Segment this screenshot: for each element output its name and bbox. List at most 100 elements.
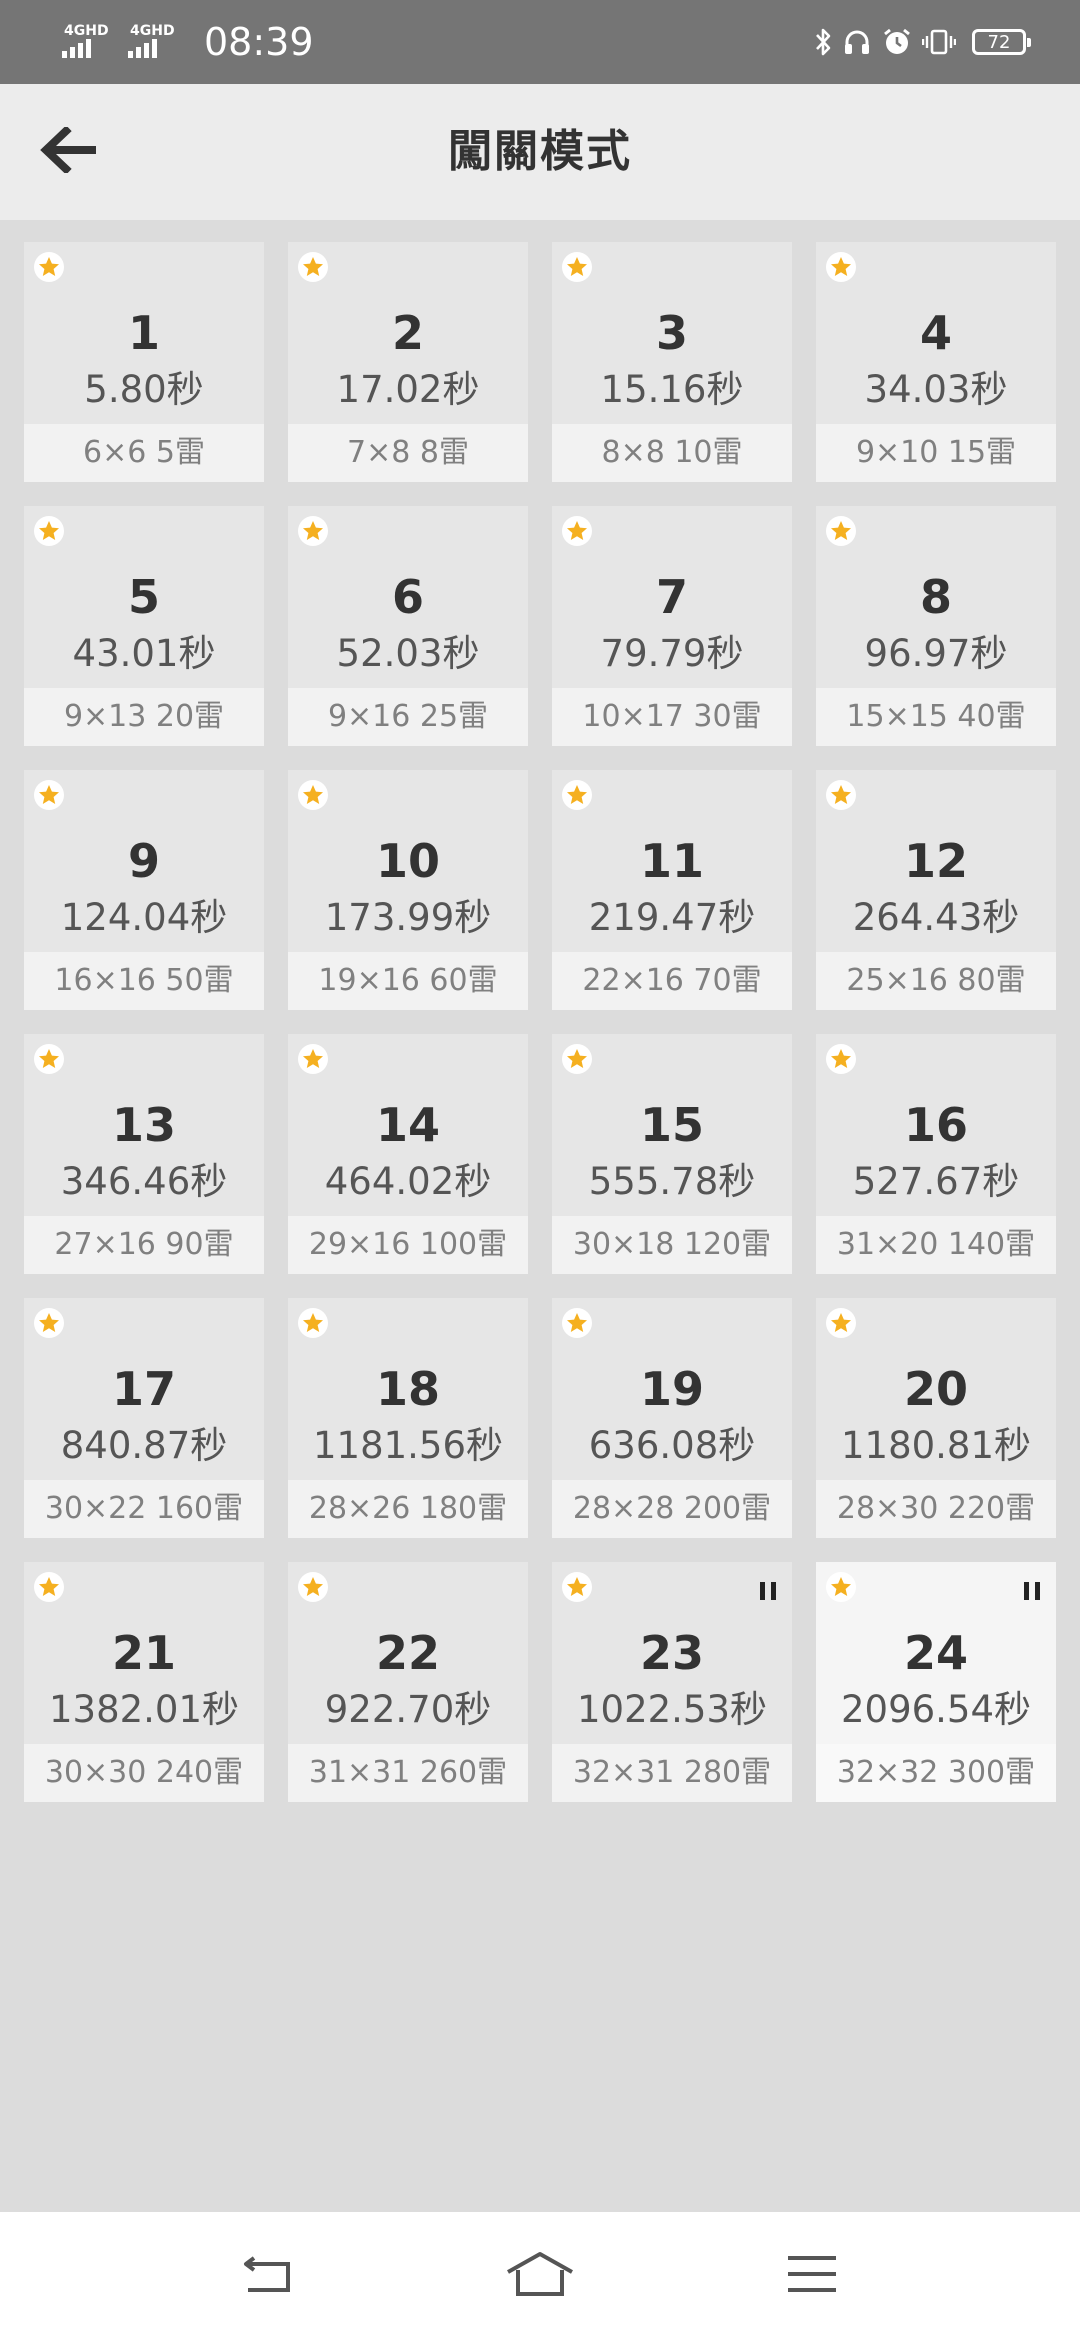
level-card[interactable]: 11 219.47秒 22×16 70雷: [552, 770, 792, 1010]
level-number: 5: [127, 570, 160, 624]
page-title: 闖關模式: [448, 126, 632, 177]
header: 闖關模式: [0, 84, 1080, 220]
star-icon: [826, 252, 856, 282]
level-number: 9: [127, 834, 160, 888]
level-number: 18: [375, 1362, 440, 1416]
board-size: 15×15 40雷: [816, 688, 1056, 746]
level-card[interactable]: 7 79.79秒 10×17 30雷: [552, 506, 792, 746]
pause-icon: [760, 1582, 776, 1600]
board-size: 16×16 50雷: [24, 952, 264, 1010]
star-icon: [298, 1308, 328, 1338]
level-number: 13: [111, 1098, 176, 1152]
level-number: 7: [655, 570, 688, 624]
nav-menu-button[interactable]: [764, 2236, 860, 2316]
level-card[interactable]: 14 464.02秒 29×16 100雷: [288, 1034, 528, 1274]
best-time: 34.03秒: [864, 368, 1008, 411]
level-number: 10: [375, 834, 440, 888]
level-number: 14: [375, 1098, 440, 1152]
star-icon: [34, 1308, 64, 1338]
signal-bars-icon: [62, 39, 94, 58]
level-card[interactable]: 18 1181.56秒 28×26 180雷: [288, 1298, 528, 1538]
pause-icon: [1024, 1582, 1040, 1600]
star-icon: [298, 1044, 328, 1074]
level-card[interactable]: 22 922.70秒 31×31 260雷: [288, 1562, 528, 1802]
level-card[interactable]: 12 264.43秒 25×16 80雷: [816, 770, 1056, 1010]
best-time: 43.01秒: [72, 632, 216, 675]
level-number: 16: [903, 1098, 968, 1152]
best-time: 1382.01秒: [48, 1688, 239, 1731]
navigation-bar: [0, 2212, 1080, 2340]
level-card[interactable]: 5 43.01秒 9×13 20雷: [24, 506, 264, 746]
level-card[interactable]: 1 5.80秒 6×6 5雷: [24, 242, 264, 482]
star-icon: [34, 252, 64, 282]
best-time: 555.78秒: [588, 1160, 756, 1203]
board-size: 19×16 60雷: [288, 952, 528, 1010]
best-time: 346.46秒: [60, 1160, 228, 1203]
level-card[interactable]: 17 840.87秒 30×22 160雷: [24, 1298, 264, 1538]
board-size: 9×13 20雷: [24, 688, 264, 746]
bluetooth-icon: [814, 27, 832, 57]
nav-back-button[interactable]: [220, 2236, 316, 2316]
level-card[interactable]: 2 17.02秒 7×8 8雷: [288, 242, 528, 482]
level-card[interactable]: 13 346.46秒 27×16 90雷: [24, 1034, 264, 1274]
headphones-icon: [842, 27, 872, 57]
level-card[interactable]: 21 1382.01秒 30×30 240雷: [24, 1562, 264, 1802]
board-size: 30×22 160雷: [24, 1480, 264, 1538]
nav-home-icon: [504, 2250, 576, 2302]
board-size: 30×30 240雷: [24, 1744, 264, 1802]
star-icon: [562, 1044, 592, 1074]
network-type-2: 4GHD: [130, 23, 175, 39]
level-card[interactable]: 23 1022.53秒 32×31 280雷: [552, 1562, 792, 1802]
star-icon: [826, 1044, 856, 1074]
board-size: 9×10 15雷: [816, 424, 1056, 482]
signal-indicator-2: 4GHD: [126, 22, 184, 62]
battery-indicator: 72: [972, 29, 1031, 55]
level-card[interactable]: 6 52.03秒 9×16 25雷: [288, 506, 528, 746]
board-size: 31×20 140雷: [816, 1216, 1056, 1274]
level-card[interactable]: 3 15.16秒 8×8 10雷: [552, 242, 792, 482]
status-right: 72: [804, 0, 1031, 84]
nav-back-icon: [240, 2252, 296, 2300]
star-icon: [298, 1572, 328, 1602]
level-card[interactable]: 20 1180.81秒 28×30 220雷: [816, 1298, 1056, 1538]
best-time: 1181.56秒: [312, 1424, 503, 1467]
level-card[interactable]: 15 555.78秒 30×18 120雷: [552, 1034, 792, 1274]
board-size: 6×6 5雷: [24, 424, 264, 482]
level-card[interactable]: 8 96.97秒 15×15 40雷: [816, 506, 1056, 746]
level-number: 15: [639, 1098, 704, 1152]
star-icon: [562, 1308, 592, 1338]
board-size: 28×28 200雷: [552, 1480, 792, 1538]
level-number: 2: [391, 306, 424, 360]
board-size: 7×8 8雷: [288, 424, 528, 482]
level-card[interactable]: 19 636.08秒 28×28 200雷: [552, 1298, 792, 1538]
board-size: 32×31 280雷: [552, 1744, 792, 1802]
best-time: 2096.54秒: [840, 1688, 1031, 1731]
star-icon: [34, 1572, 64, 1602]
nav-menu-icon: [784, 2252, 840, 2300]
signal-indicator-1: 4GHD: [60, 22, 118, 62]
network-type-1: 4GHD: [64, 23, 109, 39]
level-card[interactable]: 10 173.99秒 19×16 60雷: [288, 770, 528, 1010]
level-card[interactable]: 24 2096.54秒 32×32 300雷: [816, 1562, 1056, 1802]
level-number: 20: [903, 1362, 968, 1416]
star-icon: [562, 780, 592, 810]
star-icon: [562, 252, 592, 282]
best-time: 264.43秒: [852, 896, 1020, 939]
level-grid: 1 5.80秒 6×6 5雷 2 17.02秒 7×8 8雷 3 15.16秒 8×8 10雷 4…: [24, 242, 1056, 1802]
best-time: 1180.81秒: [840, 1424, 1031, 1467]
star-icon: [298, 516, 328, 546]
level-card[interactable]: 16 527.67秒 31×20 140雷: [816, 1034, 1056, 1274]
signal-bars-icon: [128, 39, 160, 58]
board-size: 29×16 100雷: [288, 1216, 528, 1274]
alarm-icon: [882, 27, 912, 57]
level-card[interactable]: 4 34.03秒 9×10 15雷: [816, 242, 1056, 482]
star-icon: [34, 1044, 64, 1074]
best-time: 464.02秒: [324, 1160, 492, 1203]
board-size: 31×31 260雷: [288, 1744, 528, 1802]
level-number: 23: [639, 1626, 704, 1680]
star-icon: [34, 516, 64, 546]
level-card[interactable]: 9 124.04秒 16×16 50雷: [24, 770, 264, 1010]
board-size: 10×17 30雷: [552, 688, 792, 746]
nav-home-button[interactable]: [492, 2236, 588, 2316]
level-number: 22: [375, 1626, 440, 1680]
